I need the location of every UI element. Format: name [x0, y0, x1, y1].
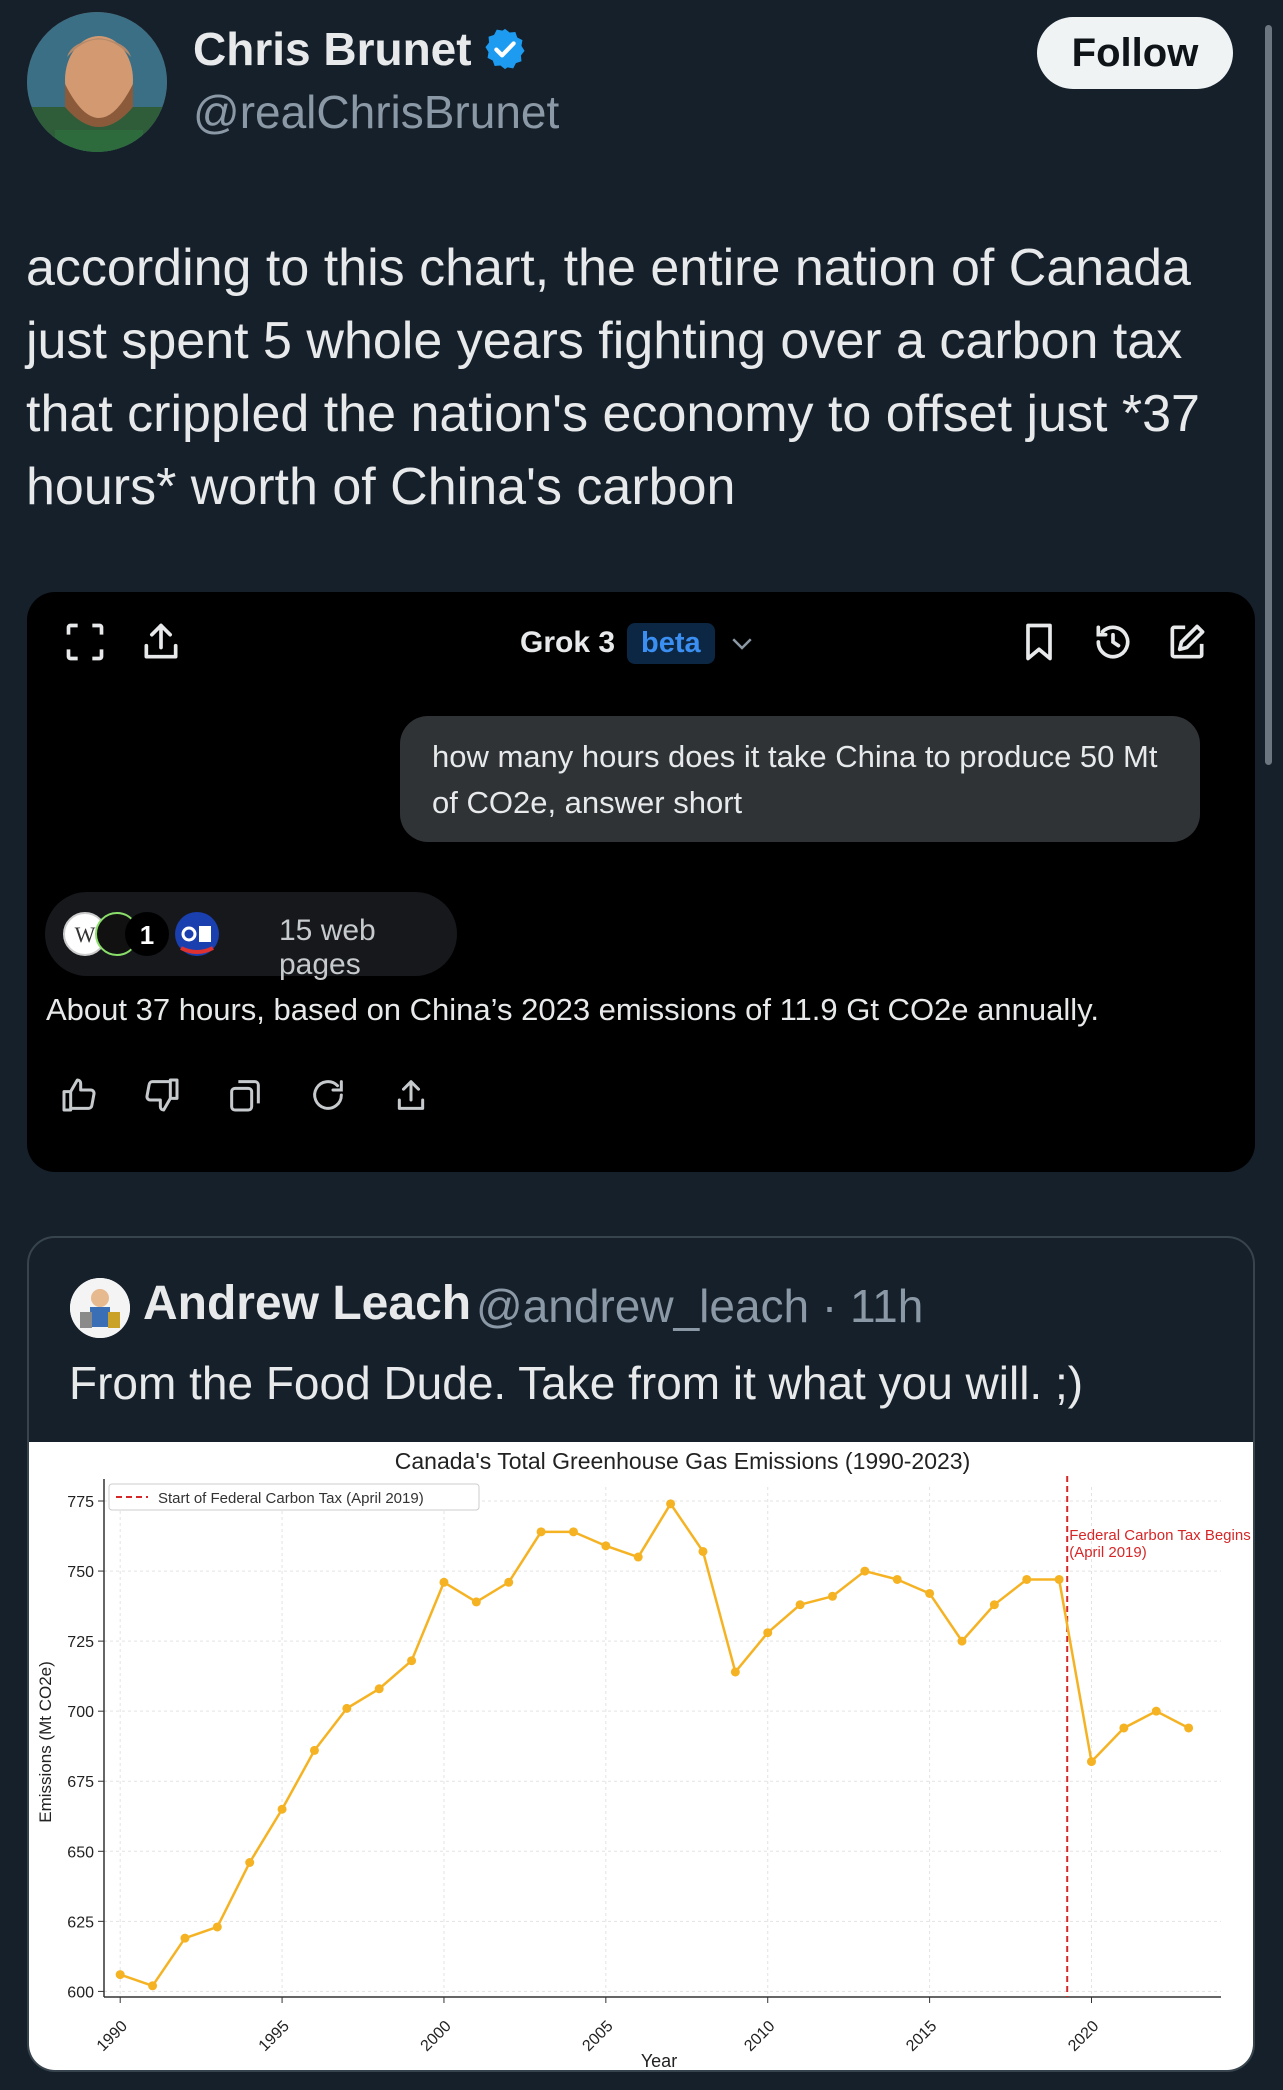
data-point	[698, 1546, 708, 1556]
data-point	[1184, 1723, 1194, 1733]
data-point	[1151, 1706, 1161, 1716]
tweet-page: Chris Brunet @realChrisBrunet Follow acc…	[0, 0, 1283, 2090]
data-point	[245, 1857, 255, 1867]
author-avatar-image	[27, 12, 167, 152]
y-tick-label: 650	[67, 1844, 94, 1861]
author-name[interactable]: Chris Brunet	[193, 22, 528, 76]
svg-text:1: 1	[140, 920, 154, 950]
data-point	[1119, 1723, 1129, 1733]
thumbs-up-icon[interactable]	[59, 1075, 99, 1115]
data-point	[115, 1970, 125, 1980]
data-point	[342, 1703, 352, 1713]
thumbs-down-icon[interactable]	[142, 1075, 182, 1115]
data-point	[763, 1628, 773, 1638]
world-data-icon	[175, 912, 219, 956]
x-tick-label: 2005	[579, 2018, 616, 2055]
y-axis-label: Emissions (Mt CO2e)	[36, 1661, 55, 1823]
x-tick-label: 1995	[256, 2018, 293, 2055]
y-tick-label: 775	[67, 1494, 94, 1511]
x-tick-label: 2010	[741, 2018, 778, 2055]
x-axis-label: Year	[641, 2051, 677, 2071]
x-tick-label: 1990	[94, 2018, 131, 2055]
grok-screenshot-card[interactable]: Grok 3 beta how many hours does it take …	[27, 592, 1255, 1172]
grok-model-name: Grok 3	[520, 626, 616, 659]
data-point	[568, 1527, 578, 1537]
data-point	[374, 1684, 384, 1694]
y-tick-label: 700	[67, 1704, 94, 1721]
legend-label: Start of Federal Carbon Tax (April 2019)	[158, 1490, 424, 1507]
data-point	[212, 1922, 222, 1932]
chart-title: Canada's Total Greenhouse Gas Emissions …	[395, 1448, 970, 1474]
y-tick-label: 750	[67, 1564, 94, 1581]
author-name-text: Chris Brunet	[193, 23, 472, 75]
data-point	[827, 1591, 837, 1601]
regenerate-icon[interactable]	[308, 1075, 348, 1115]
scrollbar[interactable]	[1265, 25, 1272, 765]
bookmark-icon[interactable]	[1017, 620, 1061, 664]
sources-count: 15 web pages	[279, 914, 376, 981]
author-handle[interactable]: @realChrisBrunet	[193, 85, 559, 139]
author-avatar[interactable]	[27, 12, 167, 152]
carbon-tax-annotation-line2: (April 2019)	[1069, 1544, 1147, 1561]
follow-button[interactable]: Follow	[1037, 17, 1233, 89]
data-point	[277, 1804, 287, 1814]
expand-icon[interactable]	[63, 620, 107, 664]
data-point	[989, 1600, 999, 1610]
y-tick-label: 600	[67, 1984, 94, 2001]
quote-tweet-card[interactable]: Andrew Leach @andrew_leach · 11h From th…	[27, 1236, 1255, 2072]
copy-icon[interactable]	[225, 1075, 265, 1115]
data-point	[730, 1667, 740, 1677]
data-point	[536, 1527, 546, 1537]
data-point	[148, 1981, 158, 1991]
data-point	[180, 1933, 190, 1943]
data-point	[471, 1597, 481, 1607]
data-point	[860, 1566, 870, 1576]
data-point	[1054, 1574, 1064, 1584]
share-icon[interactable]	[391, 1075, 431, 1115]
source-logo-icon: 1	[125, 912, 169, 956]
x-tick-label: 2000	[418, 2018, 455, 2055]
quote-avatar-image	[70, 1278, 130, 1338]
data-point	[504, 1577, 514, 1587]
svg-text:W: W	[75, 922, 96, 947]
data-point	[1022, 1574, 1032, 1584]
data-point	[666, 1499, 676, 1509]
quote-author-name[interactable]: Andrew Leach	[143, 1276, 471, 1331]
data-point	[1086, 1757, 1096, 1767]
data-point	[309, 1745, 319, 1755]
verified-badge-icon	[485, 28, 525, 70]
quote-author-handle[interactable]: @andrew_leach · 11h	[476, 1279, 923, 1333]
y-tick-label: 725	[67, 1634, 94, 1651]
grok-model-selector[interactable]: Grok 3 beta	[520, 619, 757, 667]
user-message-bubble: how many hours does it take China to pro…	[400, 716, 1200, 842]
data-point	[892, 1574, 902, 1584]
share-icon[interactable]	[139, 620, 183, 664]
data-point	[601, 1541, 611, 1551]
quote-author-avatar[interactable]	[70, 1278, 130, 1338]
y-tick-label: 625	[67, 1914, 94, 1931]
x-tick-label: 2020	[1065, 2018, 1102, 2055]
chevron-down-icon[interactable]	[727, 628, 757, 658]
data-point	[633, 1552, 643, 1562]
quote-text: From the Food Dude. Take from it what yo…	[69, 1357, 1084, 1409]
carbon-tax-annotation-line1: Federal Carbon Tax Begins	[1069, 1527, 1251, 1544]
data-point	[407, 1656, 417, 1666]
tweet-text: according to this chart, the entire nati…	[26, 239, 1200, 516]
data-point	[957, 1636, 967, 1646]
grok-answer: About 37 hours, based on China’s 2023 em…	[46, 992, 1099, 1027]
web-sources-button[interactable]: W 1 15 web pages	[45, 892, 457, 981]
emissions-chart-svg: 600 625 650 675 700 725 750 775 1990 1995 2000 2005…	[36, 1448, 1251, 2071]
y-tick-label: 675	[67, 1774, 94, 1791]
data-point	[795, 1600, 805, 1610]
x-tick-label: 2015	[903, 2018, 940, 2055]
edit-icon[interactable]	[1165, 620, 1209, 664]
data-point	[925, 1588, 935, 1598]
beta-badge: beta	[627, 622, 715, 664]
emissions-chart: 600 625 650 675 700 725 750 775 1990 1995 2000 2005…	[29, 1442, 1253, 2071]
data-point	[439, 1577, 449, 1587]
history-icon[interactable]	[1091, 620, 1135, 664]
